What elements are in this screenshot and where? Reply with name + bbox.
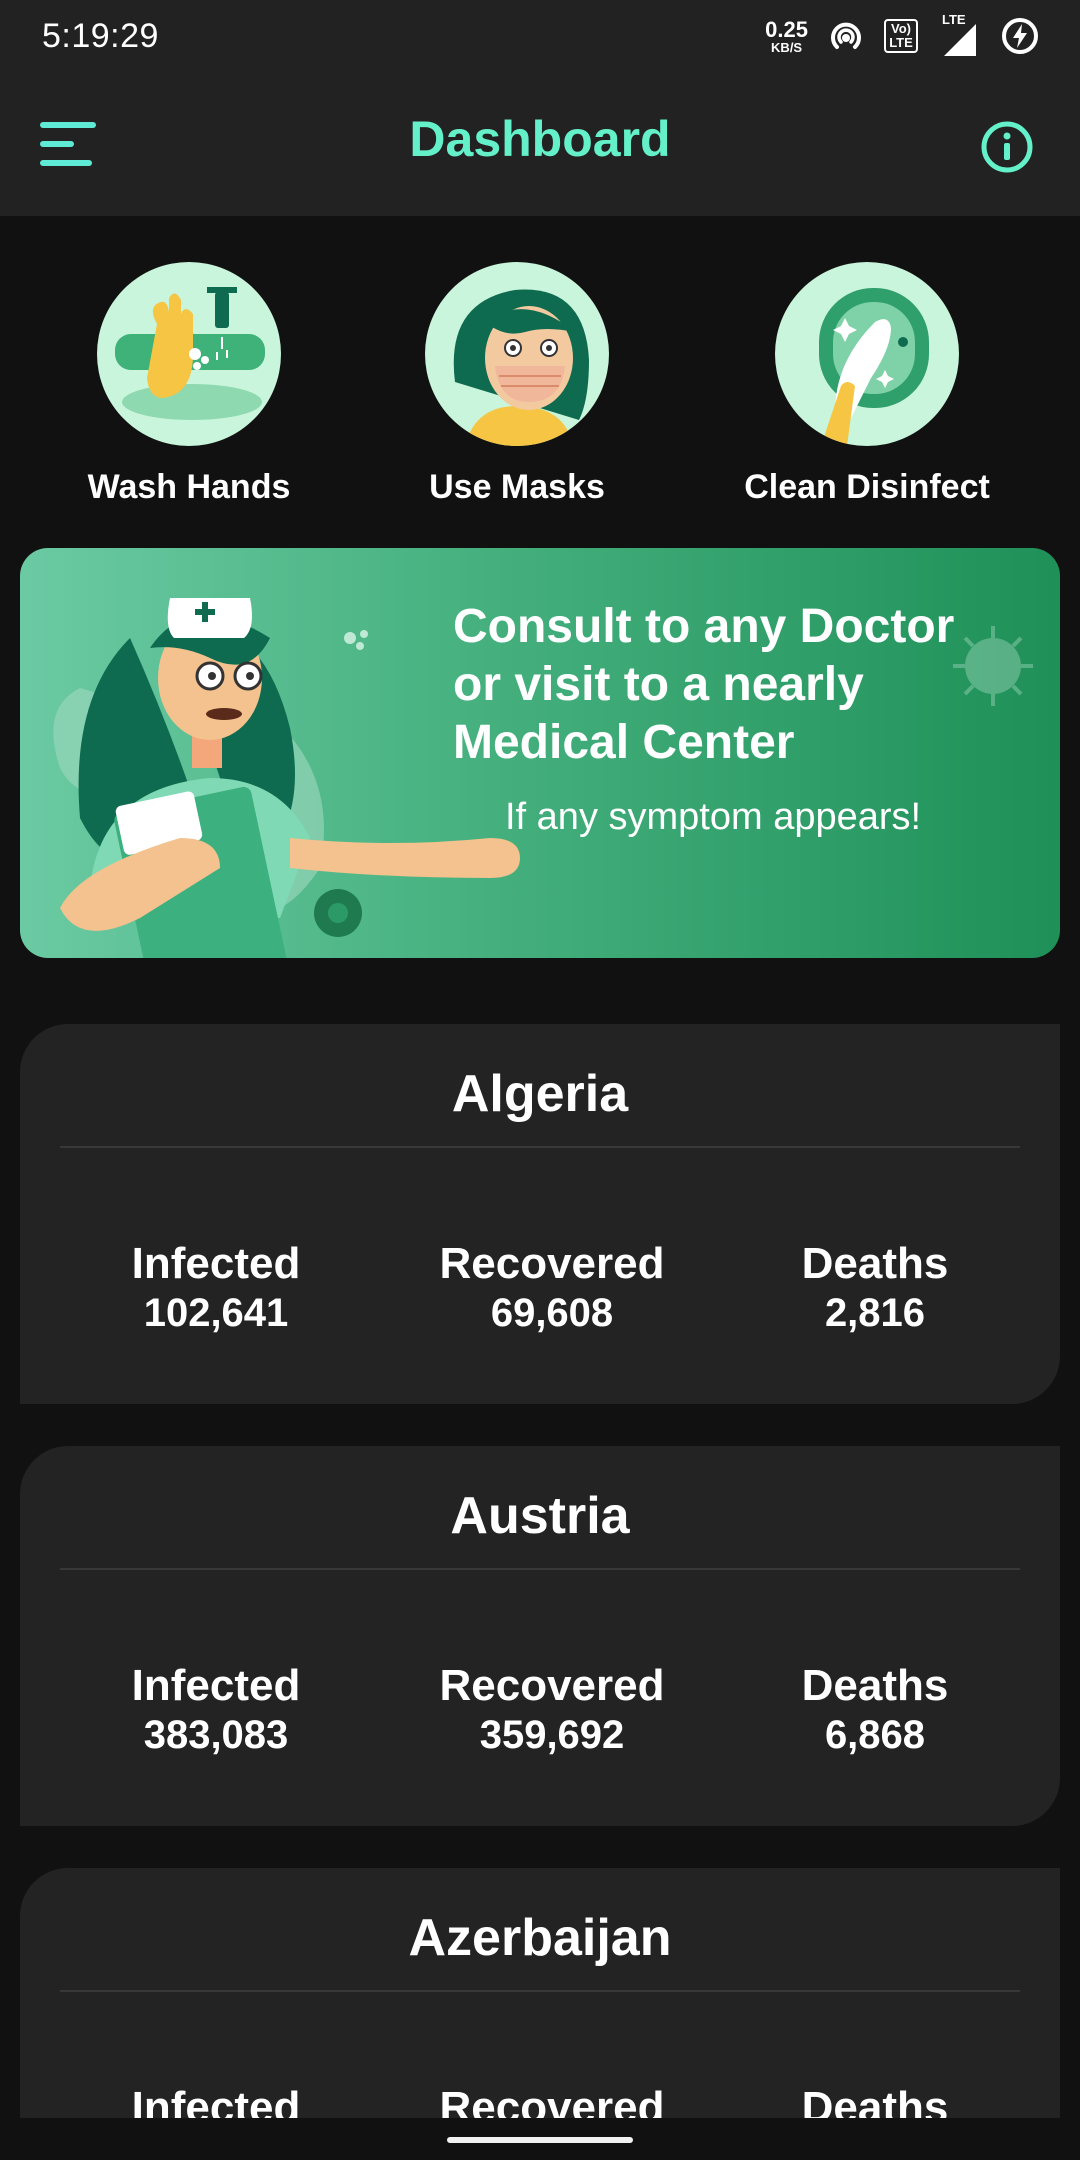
app-title: Dashboard — [409, 111, 671, 167]
prevention-tips: Wash Hands Use Masks Clean Disinfect — [0, 262, 1080, 512]
stat-label: Deaths — [801, 1661, 949, 1710]
banner-title-line: Medical Center — [453, 716, 795, 769]
info-icon[interactable] — [980, 120, 1034, 174]
network-speed-value: 0.25 — [765, 16, 808, 42]
stat-label: Recovered — [439, 1661, 665, 1710]
stat-label: Infected — [131, 1661, 301, 1710]
signal-icon: LTE — [936, 12, 982, 58]
volte-top-text: Vo) — [891, 21, 911, 37]
battery-saver-icon — [1002, 18, 1038, 54]
divider — [60, 1990, 1020, 1992]
stat-infected: Infected 383,083 — [66, 1661, 366, 1759]
status-icons: 0.25 KB/S Vo) LTE LTE — [765, 12, 1040, 58]
tip-wash-hands[interactable]: Wash Hands — [49, 262, 329, 507]
stat-deaths: Deaths 6,868 — [725, 1661, 1025, 1759]
stat-label: Infected — [131, 1239, 301, 1288]
divider — [60, 1568, 1020, 1570]
tip-label: Wash Hands — [87, 468, 291, 506]
stat-value: 359,692 — [479, 1713, 625, 1757]
lte-label: LTE — [942, 12, 966, 27]
stat-value: 102,641 — [143, 1291, 289, 1335]
stat-value: 2,816 — [824, 1291, 926, 1335]
stat-recovered: Recovered 69,608 — [402, 1239, 702, 1337]
divider — [60, 1146, 1020, 1148]
stat-value: 69,608 — [490, 1291, 614, 1335]
banner-title: Consult to any Doctor or visit to a near… — [453, 598, 1013, 772]
stat-recovered: Recovered 359,692 — [402, 1661, 702, 1759]
stat-label: Deaths — [801, 1239, 949, 1288]
status-bar: 5:19:29 0.25 KB/S Vo) LTE LTE — [0, 0, 1080, 72]
tip-clean-disinfect[interactable]: Clean Disinfect — [727, 262, 1007, 507]
banner-subtitle: If any symptom appears! — [505, 796, 922, 838]
hotspot-icon — [831, 22, 861, 49]
tip-label: Use Masks — [429, 468, 605, 506]
app-bar: Dashboard — [0, 72, 1080, 216]
mask-illustration — [425, 262, 609, 446]
country-name: Austria — [450, 1487, 630, 1545]
status-time: 5:19:29 — [42, 16, 159, 55]
network-speed: 0.25 KB/S — [765, 16, 808, 55]
country-name: Azerbaijan — [408, 1909, 672, 1967]
volte-icon: Vo) LTE — [884, 19, 918, 53]
stat-label: Recovered — [439, 1239, 665, 1288]
consult-doctor-banner[interactable]: Consult to any Doctor or visit to a near… — [20, 548, 1060, 958]
tip-use-masks[interactable]: Use Masks — [377, 262, 657, 507]
stat-value: 6,868 — [824, 1713, 926, 1757]
country-card[interactable]: Algeria Infected 102,641 Recovered 69,60… — [20, 1024, 1060, 1404]
stat-value: 383,083 — [143, 1713, 289, 1757]
home-indicator[interactable] — [447, 2137, 633, 2143]
banner-title-line: Consult to any Doctor — [453, 600, 955, 653]
stat-infected: Infected 102,641 — [66, 1239, 366, 1337]
tip-label: Clean Disinfect — [744, 468, 990, 506]
screen: 5:19:29 0.25 KB/S Vo) LTE LTE Dashboard … — [0, 0, 1080, 2160]
country-name: Algeria — [451, 1065, 629, 1123]
stat-deaths: Deaths 2,816 — [725, 1239, 1025, 1337]
wash-hands-illustration — [97, 262, 281, 446]
network-speed-unit: KB/S — [771, 39, 803, 55]
banner-title-line: or visit to a nearly — [453, 658, 864, 711]
volte-bottom-text: LTE — [889, 35, 913, 50]
country-card[interactable]: Austria Infected 383,083 Recovered 359,6… — [20, 1446, 1060, 1826]
country-card[interactable]: Azerbaijan Infected Recovered Deaths — [20, 1868, 1060, 2160]
clean-disinfect-illustration — [775, 262, 959, 446]
